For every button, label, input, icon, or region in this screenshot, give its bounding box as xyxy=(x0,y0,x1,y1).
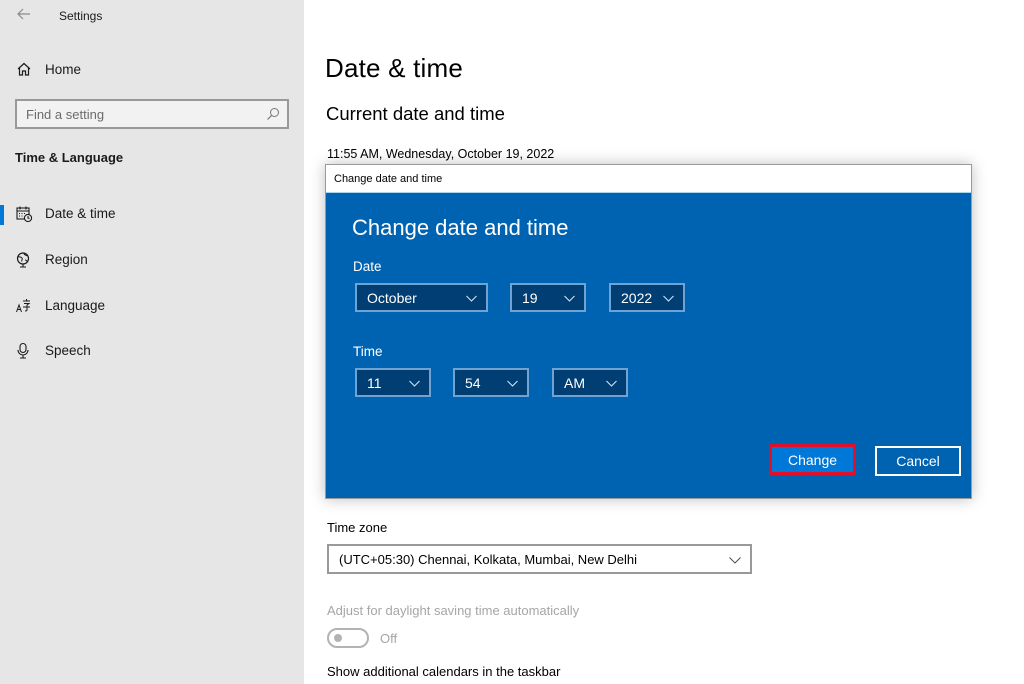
search-icon[interactable] xyxy=(266,107,280,121)
time-zone-value: (UTC+05:30) Chennai, Kolkata, Mumbai, Ne… xyxy=(339,552,638,567)
dst-label: Adjust for daylight saving time automati… xyxy=(327,603,580,618)
sidebar-item-date-time[interactable]: Date & time xyxy=(0,195,304,231)
minute-select[interactable]: 54 xyxy=(453,368,529,397)
search-input[interactable] xyxy=(17,101,257,127)
am-pm-select[interactable]: AM xyxy=(552,368,628,397)
language-icon xyxy=(16,299,31,313)
sidebar: Settings Home Time & Language Date & tim… xyxy=(0,0,304,684)
dialog-title-bar: Change date and time xyxy=(326,165,971,193)
globe-icon xyxy=(16,252,30,268)
page-title: Date & time xyxy=(325,53,464,83)
home-label: Home xyxy=(45,62,82,77)
back-button[interactable] xyxy=(14,6,34,26)
calendar-clock-icon xyxy=(16,206,33,223)
time-zone-select[interactable]: (UTC+05:30) Chennai, Kolkata, Mumbai, Ne… xyxy=(327,544,752,574)
time-zone-label: Time zone xyxy=(327,520,388,535)
sidebar-item-home[interactable]: Home xyxy=(0,56,304,84)
search-box xyxy=(15,99,289,129)
selected-indicator xyxy=(0,205,4,225)
chevron-down-icon xyxy=(466,295,477,302)
year-select[interactable]: 2022 xyxy=(609,283,685,312)
chevron-down-icon xyxy=(606,380,617,387)
minute-value: 54 xyxy=(465,375,481,391)
dialog-window-title: Change date and time xyxy=(334,173,443,185)
microphone-icon xyxy=(17,342,29,359)
change-date-time-dialog: Change date and time Change date and tim… xyxy=(325,164,972,499)
back-arrow-icon xyxy=(17,8,30,20)
time-label: Time xyxy=(353,344,383,359)
home-icon xyxy=(17,62,31,76)
current-datetime: 11:55 AM, Wednesday, October 19, 2022 xyxy=(327,147,555,161)
month-select[interactable]: October xyxy=(355,283,488,312)
cancel-button[interactable]: Cancel xyxy=(875,446,961,476)
additional-calendars-label: Show additional calendars in the taskbar xyxy=(327,664,561,679)
year-value: 2022 xyxy=(621,290,653,306)
sidebar-item-speech[interactable]: Speech xyxy=(0,332,304,368)
app-title: Settings xyxy=(59,9,103,23)
sidebar-item-label: Date & time xyxy=(45,206,116,221)
day-select[interactable]: 19 xyxy=(510,283,586,312)
hour-select[interactable]: 11 xyxy=(355,368,431,397)
sidebar-item-label: Speech xyxy=(45,343,91,358)
chevron-down-icon xyxy=(729,557,741,564)
sidebar-item-label: Region xyxy=(45,252,88,267)
title-bar: Settings xyxy=(0,0,304,32)
chevron-down-icon xyxy=(409,380,420,387)
month-value: October xyxy=(367,290,417,306)
chevron-down-icon xyxy=(663,295,674,302)
date-label: Date xyxy=(353,259,382,274)
chevron-down-icon xyxy=(507,380,518,387)
hour-value: 11 xyxy=(367,375,382,391)
sidebar-item-label: Language xyxy=(45,298,106,313)
section-title: Time & Language xyxy=(15,150,124,165)
dst-toggle[interactable] xyxy=(327,628,369,648)
day-value: 19 xyxy=(522,290,538,306)
chevron-down-icon xyxy=(564,295,575,302)
am-pm-value: AM xyxy=(564,375,585,391)
sidebar-item-language[interactable]: Language xyxy=(0,287,304,323)
dst-toggle-state: Off xyxy=(380,631,398,646)
sidebar-item-region[interactable]: Region xyxy=(0,241,304,277)
dialog-heading: Change date and time xyxy=(352,215,569,240)
change-button[interactable]: Change xyxy=(769,444,856,475)
toggle-knob xyxy=(334,634,342,642)
section-heading: Current date and time xyxy=(326,103,505,124)
